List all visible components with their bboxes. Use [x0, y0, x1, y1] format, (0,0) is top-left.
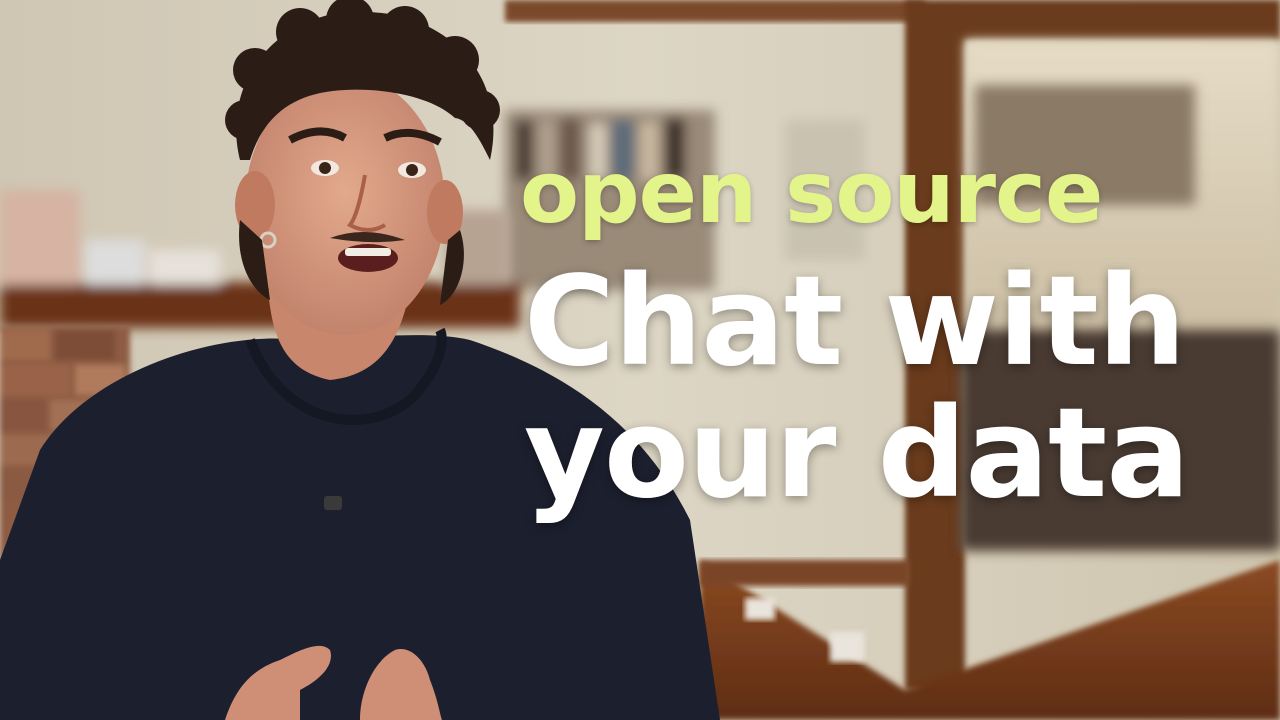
baseboard: [700, 560, 910, 586]
headline-main-line-2: your data: [524, 382, 1190, 526]
ceiling-trim: [505, 0, 925, 22]
power-outlet: [830, 632, 864, 662]
thumbnail-scene: open source Chat with your data: [0, 0, 1280, 720]
lapel-microphone: [324, 496, 342, 510]
power-outlet: [745, 598, 775, 620]
headline-accent-line: open source: [520, 143, 1103, 243]
headline-main-line-1: Chat with: [524, 250, 1186, 394]
